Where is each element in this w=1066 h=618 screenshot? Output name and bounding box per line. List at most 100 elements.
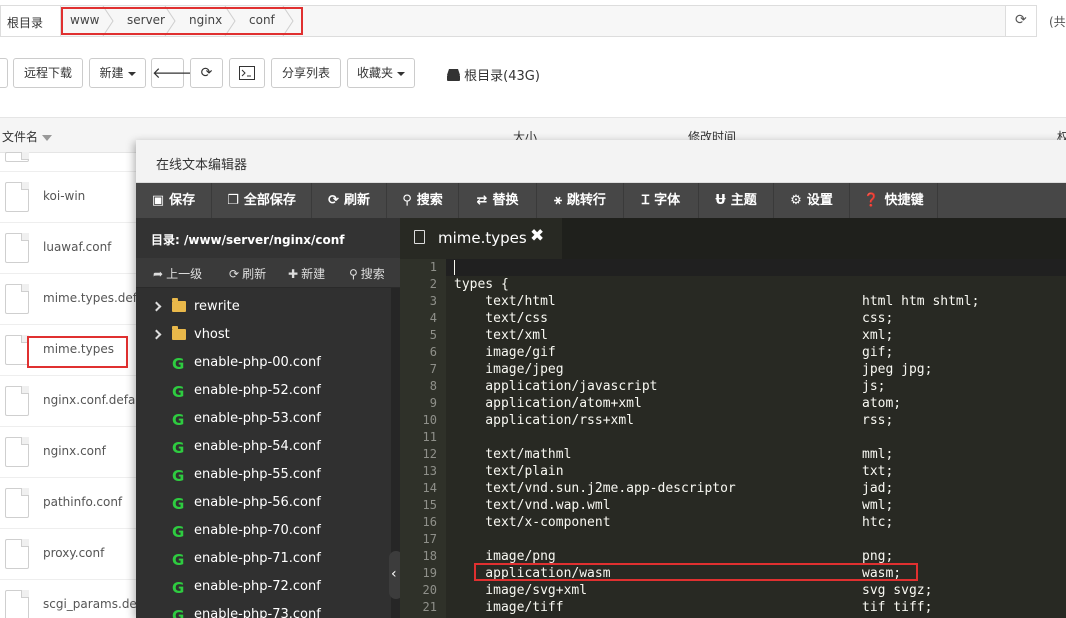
favorites-dropdown-button[interactable]: 收藏夹 [347, 58, 415, 88]
file-row[interactable]: luawaf.conf [0, 223, 140, 274]
refresh-icon: ⟳ [229, 267, 240, 281]
goto-line-button[interactable]: ⚹ 跳转行 [537, 183, 624, 218]
breadcrumb-segment[interactable]: server [113, 6, 176, 36]
breadcrumb-root[interactable]: 根目录 [0, 5, 60, 37]
chevron-right-icon [282, 6, 294, 36]
arrow-left-icon: 🡐 [152, 64, 193, 82]
replace-button[interactable]: ⇄ 替换 [459, 183, 537, 218]
wand-icon: ⚹ [554, 193, 562, 208]
close-icon[interactable]: ✖ [530, 226, 544, 246]
line-number: 3 [429, 294, 437, 308]
refresh-icon: ⟳ [328, 193, 339, 208]
file-name[interactable]: luawaf.conf [43, 240, 111, 254]
file-row[interactable]: koi-win [0, 172, 140, 223]
config-file-icon: G [172, 439, 185, 457]
text-cursor [454, 260, 455, 275]
shortcuts-button[interactable]: ❓ 快捷键 [850, 183, 938, 218]
upload-button[interactable] [0, 58, 8, 88]
new-dropdown-button[interactable]: 新建 [89, 58, 146, 88]
breadcrumb-segment[interactable]: www [61, 6, 114, 36]
editor-titlebar[interactable]: 在线文本编辑器 [136, 140, 1066, 183]
breadcrumb-path[interactable]: www server nginx conf [60, 5, 1006, 37]
file-name[interactable]: mime.types [43, 342, 114, 356]
file-icon [5, 590, 29, 618]
file-name[interactable]: nginx.conf.defau [43, 393, 143, 407]
file-row[interactable]: pathinfo.conf [0, 478, 140, 529]
tree-refresh-button[interactable]: ⟳ 刷新 [229, 265, 266, 282]
save-all-button[interactable]: ❐ 全部保存 [212, 183, 312, 218]
file-name[interactable]: scgi_params.defa [43, 597, 148, 611]
refresh-button[interactable]: ⟳ [190, 58, 223, 88]
tree-file[interactable]: Genable-php-54.conf [136, 433, 391, 461]
file-name[interactable]: mime.types.defa [43, 291, 144, 305]
file-icon [5, 488, 29, 518]
settings-button[interactable]: ⚙ 设置 [774, 183, 850, 218]
tree-search-button[interactable]: ⚲ 搜索 [349, 265, 385, 282]
refresh-icon: ⟳ [200, 65, 213, 81]
file-name[interactable]: nginx.conf [43, 444, 106, 458]
breadcrumb-segment[interactable]: nginx [175, 6, 236, 36]
search-button[interactable]: ⚲ 搜索 [387, 183, 459, 218]
code-line: image/tiff tif tiff; [454, 600, 933, 615]
tree-folder[interactable]: vhost [136, 321, 391, 349]
hdd-icon [447, 69, 460, 81]
tree-file[interactable]: Genable-php-00.conf [136, 349, 391, 377]
breadcrumb-segment[interactable]: conf [235, 6, 294, 36]
tree-file[interactable]: Genable-php-56.conf [136, 489, 391, 517]
file-name[interactable]: pathinfo.conf [43, 495, 122, 509]
file-icon [414, 230, 425, 244]
tree-up-button[interactable]: ➦ 上一级 [153, 265, 202, 282]
tree-file[interactable]: Genable-php-53.conf [136, 405, 391, 433]
line-number: 4 [429, 311, 437, 325]
file-row[interactable]: mime.types.defa [0, 274, 144, 325]
file-name[interactable]: proxy.conf [43, 546, 104, 560]
line-number: 21 [422, 600, 437, 614]
tree-file[interactable]: Genable-php-73.conf [136, 601, 391, 618]
tab-mime-types[interactable]: mime.types ✖ [400, 218, 562, 259]
theme-button[interactable]: Ʉ 主题 [699, 183, 774, 218]
line-number: 5 [429, 328, 437, 342]
chevron-right-icon [151, 329, 162, 340]
tree-file[interactable]: Genable-php-52.conf [136, 377, 391, 405]
file-row[interactable]: nginx.conf.defau [0, 376, 143, 427]
line-number: 16 [422, 515, 437, 529]
file-name[interactable]: koi-win [43, 189, 85, 203]
file-row[interactable]: nginx.conf [0, 427, 140, 478]
tree-file[interactable]: Genable-php-71.conf [136, 545, 391, 573]
code-line: text/vnd.wap.wml wml; [454, 498, 894, 513]
line-number: 9 [429, 396, 437, 410]
disk-indicator[interactable]: 根目录(43G) [447, 65, 540, 84]
magnet-icon: Ʉ [715, 193, 726, 208]
line-number: 8 [429, 379, 437, 393]
font-button[interactable]: Ɪ 字体 [624, 183, 699, 218]
file-icon [5, 182, 29, 212]
code-line: image/gif gif; [454, 345, 894, 360]
tree-file[interactable]: Genable-php-55.conf [136, 461, 391, 489]
chevron-right-icon [151, 301, 162, 312]
back-button[interactable]: 🡐 [151, 58, 192, 88]
line-number-gutter: 1 2 3 4 5 6 7 8 9 10 11 12 13 14 15 16 17 18 19 20 21 [400, 259, 446, 618]
file-row[interactable] [0, 121, 140, 172]
path-refresh-button[interactable]: ⟳ [1005, 5, 1037, 37]
file-row[interactable]: mime.types [0, 325, 140, 376]
terminal-icon [239, 66, 255, 80]
config-file-icon: G [172, 355, 185, 373]
save-button[interactable]: ▣ 保存 [136, 183, 212, 218]
refresh-icon: ⟳ [1015, 12, 1027, 28]
config-file-icon: G [172, 383, 185, 401]
config-file-icon: G [172, 523, 185, 541]
tree-file[interactable]: Genable-php-72.conf [136, 573, 391, 601]
code-area[interactable]: types { text/html html htm shtml; text/cs… [454, 259, 1066, 618]
terminal-button[interactable] [229, 58, 265, 88]
tree-folder[interactable]: rewrite [136, 293, 391, 321]
line-number: 10 [422, 413, 437, 427]
tree-new-button[interactable]: ✚ 新建 [288, 265, 325, 282]
file-row[interactable]: scgi_params.defa [0, 580, 148, 618]
tree-file[interactable]: Genable-php-70.conf [136, 517, 391, 545]
file-row[interactable]: proxy.conf [0, 529, 140, 580]
remote-download-button[interactable]: 远程下载 [13, 58, 83, 88]
caret-down-icon [397, 71, 405, 76]
editor-refresh-button[interactable]: ⟳ 刷新 [312, 183, 387, 218]
code-line: text/vnd.sun.j2me.app-descriptor jad; [454, 481, 894, 496]
share-list-button[interactable]: 分享列表 [271, 58, 341, 88]
